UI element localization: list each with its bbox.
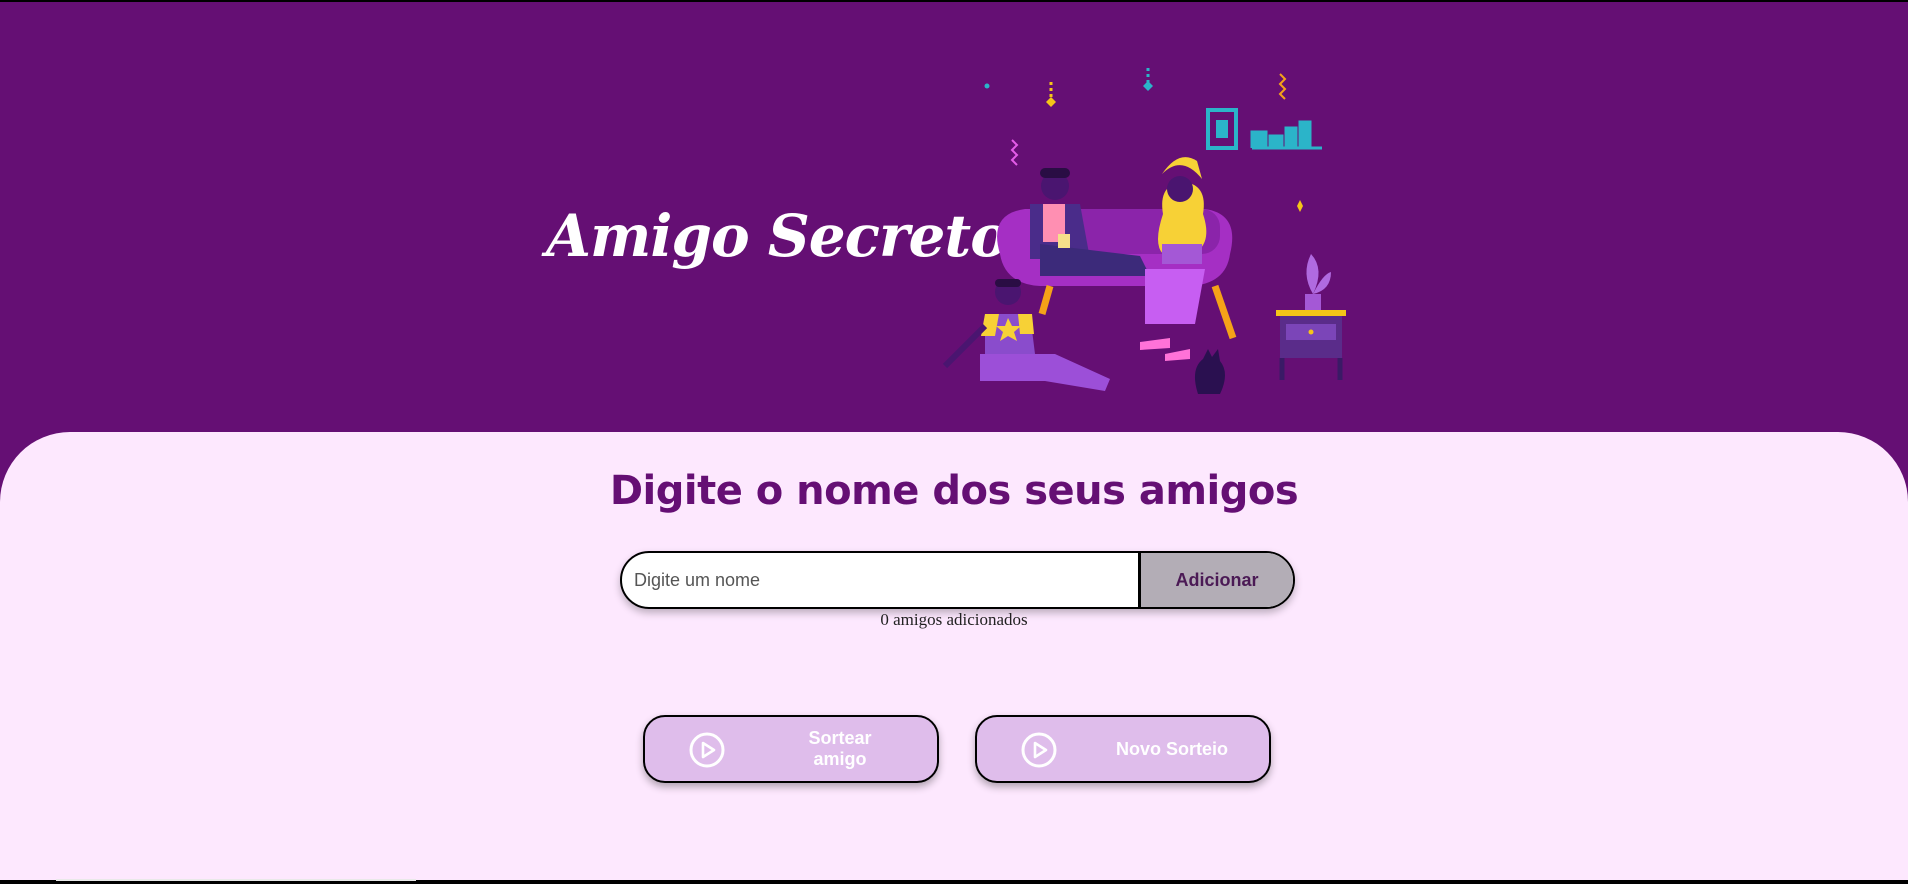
play-circle-icon: [689, 732, 725, 768]
new-draw-label: Novo Sorteio: [1115, 738, 1228, 759]
friends-party-illustration: [942, 68, 1346, 394]
add-button[interactable]: Adicionar: [1138, 553, 1293, 607]
new-draw-button[interactable]: Novo Sorteio: [975, 715, 1271, 783]
name-input[interactable]: [622, 553, 1140, 607]
draw-friend-button[interactable]: Sortear amigo: [643, 715, 939, 783]
draw-friend-label: Sortear amigo: [808, 728, 872, 769]
play-circle-icon: [1021, 732, 1057, 768]
section-title: Digite o nome dos seus amigos: [609, 468, 1299, 514]
scrollbar-thumb[interactable]: [56, 879, 416, 881]
friends-count-text: 0 amigos adicionados: [880, 610, 1028, 629]
page: Amigo Secreto Digite o nome dos seus ami…: [0, 2, 1908, 880]
name-input-group: Adicionar: [620, 551, 1295, 609]
